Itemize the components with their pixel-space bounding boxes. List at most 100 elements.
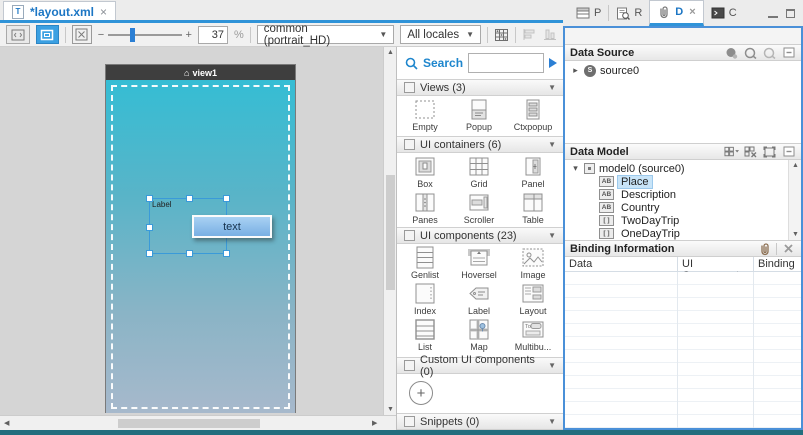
- delete-data-model-icon[interactable]: [743, 145, 758, 159]
- data-model-scrollbar[interactable]: ▲ ▼: [788, 160, 801, 240]
- palette-item-list[interactable]: List: [398, 318, 452, 354]
- section-header-ui-components[interactable]: UI components (23) ▼: [397, 227, 563, 244]
- palette-item-empty[interactable]: Empty: [398, 98, 452, 134]
- collapse-icon[interactable]: ▼: [548, 361, 556, 370]
- palette-search-input[interactable]: [468, 53, 544, 73]
- button-widget[interactable]: text: [192, 215, 272, 238]
- section-header-custom-ui-components[interactable]: Custom UI components (0) ▼: [397, 357, 563, 374]
- collapse-icon[interactable]: ▼: [548, 83, 556, 92]
- resize-handle-nw[interactable]: [146, 195, 153, 202]
- tree-item-field-onedaytrip[interactable]: [ ] OneDayTrip: [571, 227, 787, 240]
- tree-item-model0[interactable]: ▾ model0 (source0): [571, 162, 787, 175]
- collapse-all-icon[interactable]: [781, 145, 796, 159]
- minimize-icon[interactable]: [768, 9, 778, 18]
- palette-item-label-widget[interactable]: Label: [452, 282, 506, 318]
- caret-down-icon[interactable]: ▾: [571, 163, 580, 174]
- zoom-slider-track[interactable]: [108, 34, 181, 36]
- scroll-up-icon[interactable]: ▲: [792, 162, 799, 169]
- scroll-down-icon[interactable]: ▼: [387, 406, 394, 413]
- binding-table-body[interactable]: [565, 272, 801, 428]
- scroll-right-icon[interactable]: ▶: [372, 420, 377, 427]
- scroll-up-icon[interactable]: ▲: [387, 49, 394, 56]
- maximize-icon[interactable]: [786, 9, 795, 18]
- add-data-source-icon[interactable]: [724, 46, 739, 60]
- close-icon[interactable]: ×: [100, 5, 107, 19]
- resize-handle-sw[interactable]: [146, 250, 153, 257]
- view-body[interactable]: Label text: [106, 80, 295, 413]
- zoom-in-icon[interactable]: +: [186, 30, 192, 40]
- palette-item-panel[interactable]: Panel: [506, 155, 560, 191]
- search-go-icon[interactable]: [549, 58, 557, 68]
- palette-item-map[interactable]: Map: [452, 318, 506, 354]
- zoom-value-input[interactable]: [198, 26, 228, 44]
- section-header-ui-containers[interactable]: UI containers (6) ▼: [397, 136, 563, 153]
- grid-settings-button[interactable]: [494, 28, 509, 42]
- tab-data-binding[interactable]: D ×: [649, 0, 703, 26]
- resize-handle-w[interactable]: [146, 224, 153, 231]
- section-header-snippets[interactable]: Snippets (0) ▼: [397, 413, 563, 430]
- add-custom-component-button[interactable]: +: [409, 381, 433, 405]
- palette-item-genlist[interactable]: Genlist: [398, 246, 452, 282]
- resize-handle-ne[interactable]: [223, 195, 230, 202]
- zoom-slider[interactable]: − +: [98, 30, 192, 40]
- tree-item-field-description[interactable]: AB Description: [571, 188, 787, 201]
- device-frame[interactable]: ⌂ view1 Label: [105, 64, 296, 413]
- design-view-button[interactable]: [36, 25, 60, 44]
- palette-item-table[interactable]: Table: [506, 191, 560, 227]
- tree-item-source0[interactable]: ▸ S source0: [571, 64, 801, 77]
- tree-item-field-place[interactable]: AB Place: [571, 175, 787, 188]
- tab-properties[interactable]: P: [569, 1, 608, 26]
- palette-item-multibutton[interactable]: To: Multibu...: [506, 318, 560, 354]
- caret-right-icon[interactable]: ▸: [571, 65, 580, 76]
- column-header-ui-component[interactable]: UI Component: [678, 257, 754, 271]
- fit-to-screen-button[interactable]: [72, 25, 92, 44]
- expand-all-icon[interactable]: [762, 145, 777, 159]
- palette-item-index[interactable]: Index: [398, 282, 452, 318]
- design-canvas[interactable]: ⌂ view1 Label: [0, 47, 383, 415]
- resize-handle-se[interactable]: [223, 250, 230, 257]
- tab-console[interactable]: C: [704, 1, 744, 26]
- resize-handle-s[interactable]: [186, 250, 193, 257]
- horizontal-scroll-thumb[interactable]: [118, 419, 260, 428]
- resize-handle-n[interactable]: [186, 195, 193, 202]
- collapse-icon[interactable]: ▼: [548, 417, 556, 426]
- palette-item-box[interactable]: Box: [398, 155, 452, 191]
- palette-item-hoversel[interactable]: Hoversel: [452, 246, 506, 282]
- palette-item-grid[interactable]: Grid: [452, 155, 506, 191]
- resolution-select[interactable]: common (portrait_HD) ▼: [257, 25, 395, 44]
- refresh-data-source-icon[interactable]: [762, 46, 777, 60]
- zoom-slider-thumb[interactable]: [130, 28, 135, 42]
- delete-binding-icon[interactable]: [781, 242, 796, 256]
- collapse-icon[interactable]: ▼: [548, 140, 556, 149]
- palette-item-label: Genlist: [411, 270, 439, 280]
- tree-item-field-twodaytrip[interactable]: [ ] TwoDayTrip: [571, 214, 787, 227]
- close-icon[interactable]: ×: [689, 6, 695, 18]
- palette-item-ctxpopup[interactable]: Ctxpopup: [506, 98, 560, 134]
- add-data-model-icon[interactable]: [724, 145, 739, 159]
- source-icon: S: [584, 65, 596, 77]
- collapse-icon[interactable]: ▼: [548, 231, 556, 240]
- collapse-all-icon[interactable]: [781, 46, 796, 60]
- section-header-views[interactable]: Views (3) ▼: [397, 79, 563, 96]
- locales-select[interactable]: All locales ▼: [400, 25, 481, 44]
- canvas-horizontal-scrollbar[interactable]: ◀ ▶: [0, 415, 396, 430]
- tree-item-field-country[interactable]: AB Country: [571, 201, 787, 214]
- palette-item-panes[interactable]: Panes: [398, 191, 452, 227]
- palette-item-layout[interactable]: Layout: [506, 282, 560, 318]
- source-view-button[interactable]: [6, 25, 30, 44]
- editor-tab-layout-xml[interactable]: T *layout.xml ×: [3, 1, 116, 21]
- column-header-data[interactable]: Data: [565, 257, 678, 271]
- palette-item-scroller[interactable]: Scroller: [452, 191, 506, 227]
- palette-item-image[interactable]: Image: [506, 246, 560, 282]
- scroll-down-icon[interactable]: ▼: [792, 231, 799, 238]
- add-binding-icon[interactable]: [757, 242, 772, 256]
- column-header-binding[interactable]: Binding: [754, 257, 801, 271]
- scroll-left-icon[interactable]: ◀: [4, 420, 9, 427]
- vertical-scroll-thumb[interactable]: [386, 175, 395, 290]
- tab-resource[interactable]: R: [609, 1, 649, 26]
- zoom-out-icon[interactable]: −: [98, 30, 104, 40]
- palette-item-popup[interactable]: Popup: [452, 98, 506, 134]
- string-type-icon: AB: [599, 189, 614, 200]
- remove-data-source-icon[interactable]: [743, 46, 758, 60]
- canvas-vertical-scrollbar[interactable]: ▲ ▼: [383, 47, 396, 415]
